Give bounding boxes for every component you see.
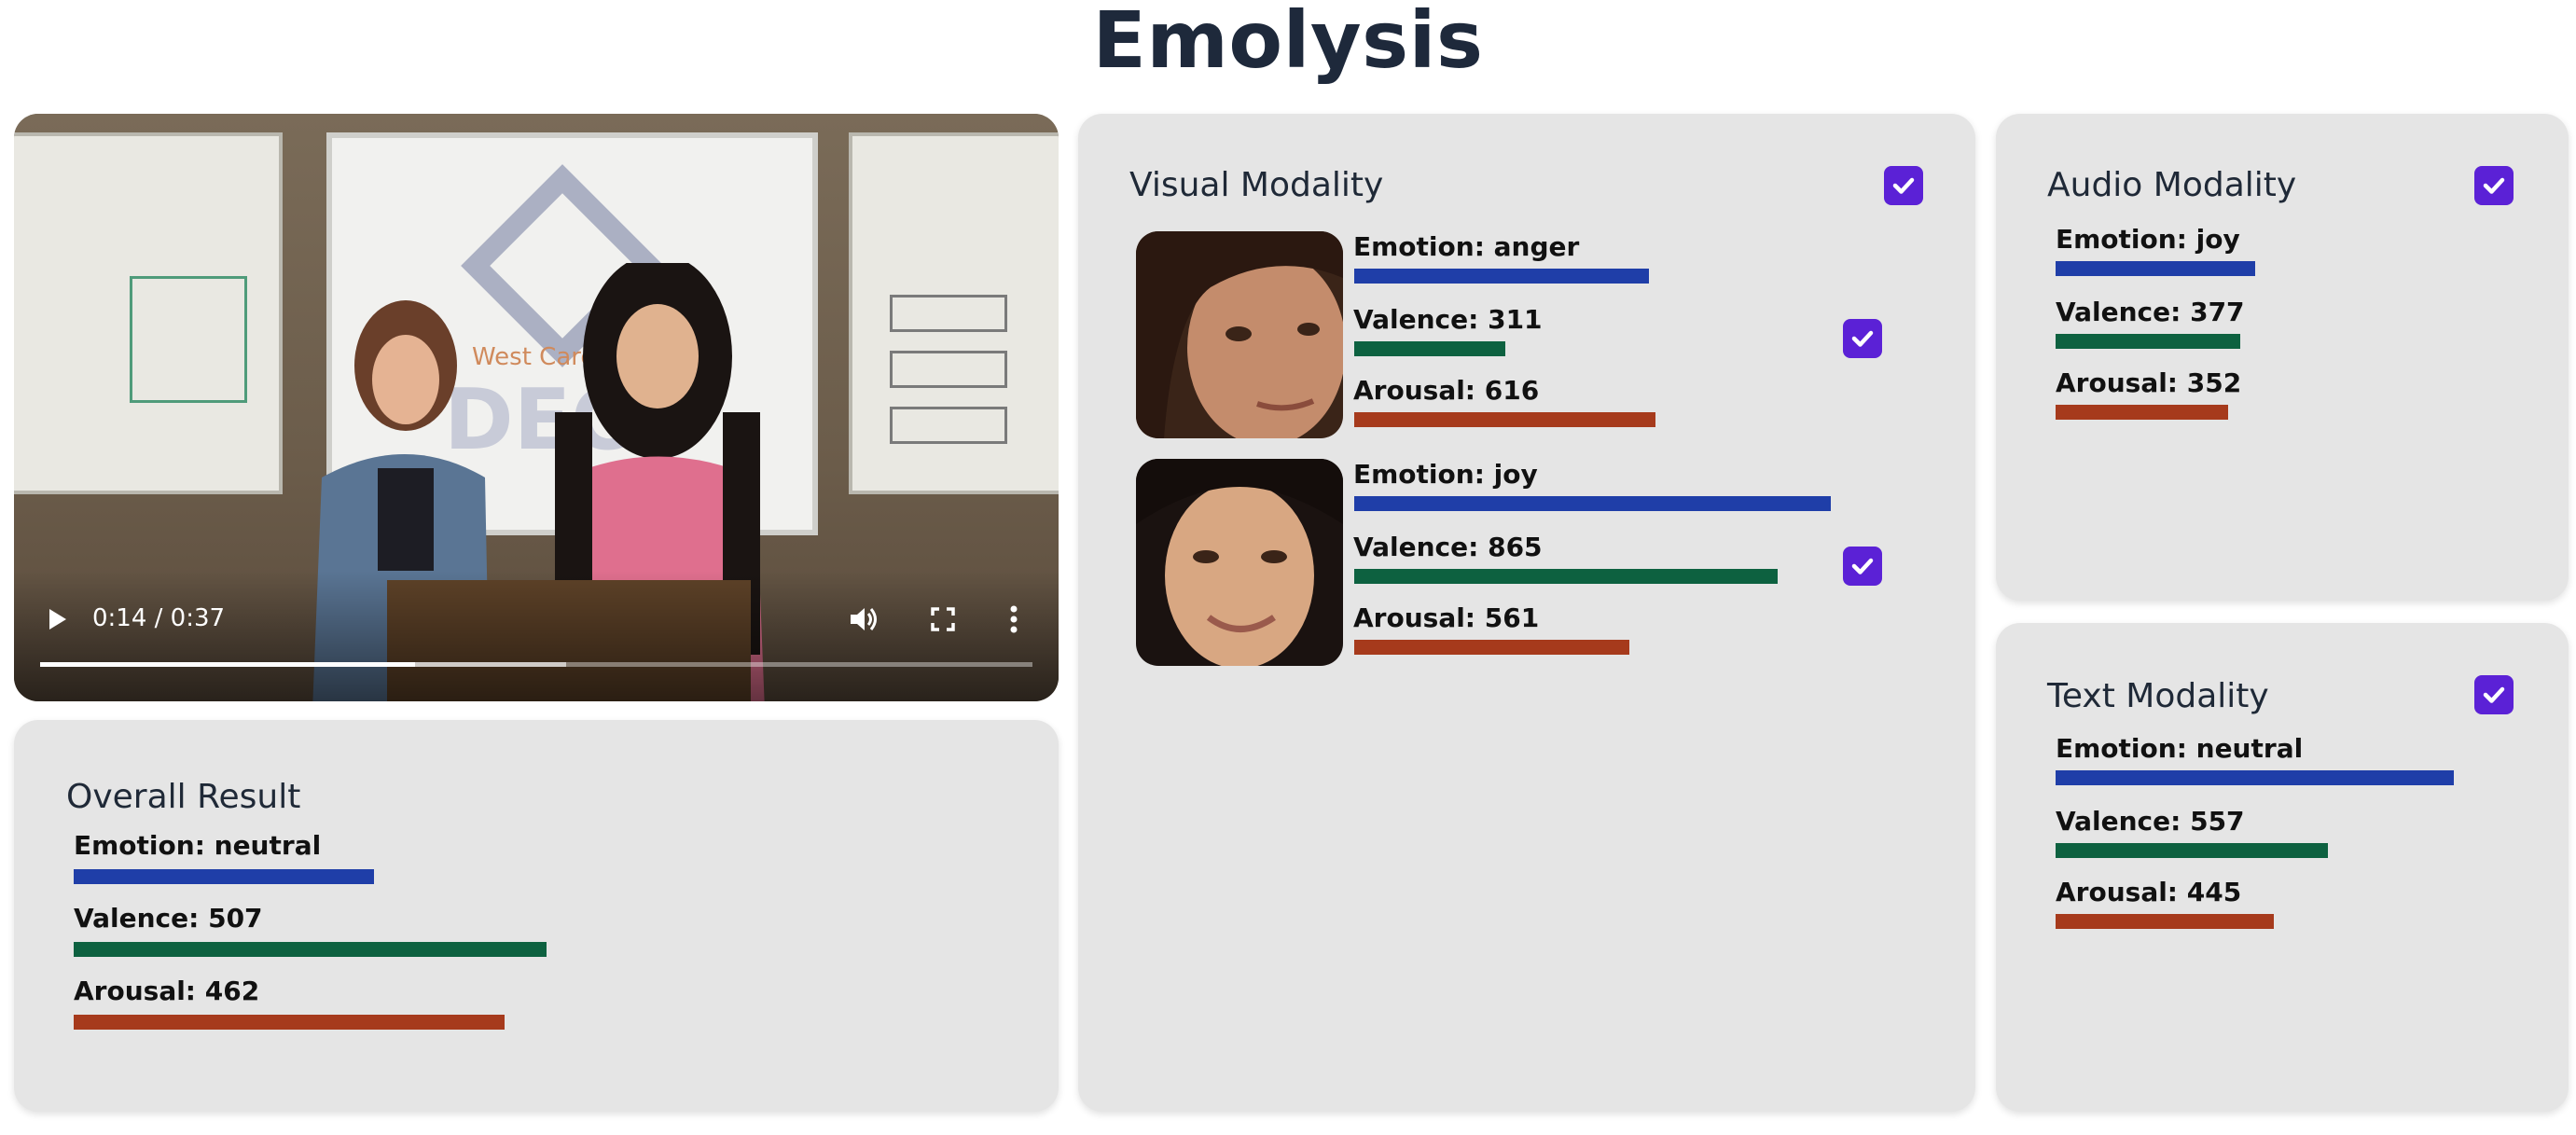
emotion-bar	[74, 869, 374, 884]
face2-emotion-bar	[1354, 496, 1831, 511]
overall-result-title: Overall Result	[66, 778, 301, 816]
controls-overlay	[14, 571, 1059, 701]
face2-valence-label: Valence: 865	[1353, 532, 1543, 562]
arousal-label: Arousal: 462	[74, 976, 260, 1006]
audio-valence-bar	[2056, 334, 2240, 349]
visual-modality-checkbox[interactable]	[1884, 166, 1923, 205]
text-modality-title: Text Modality	[2047, 677, 2269, 715]
text-valence-label: Valence: 557	[2056, 806, 2245, 837]
audio-valence-label: Valence: 377	[2056, 297, 2245, 327]
audio-modality-title: Audio Modality	[2047, 166, 2297, 204]
whiteboard-left	[14, 132, 283, 494]
text-modality-card: Text Modality Emotion: neutral Valence: …	[1996, 623, 2569, 1112]
volume-icon[interactable]	[848, 604, 879, 634]
face2-arousal-label: Arousal: 561	[1353, 602, 1540, 633]
visual-modality-title: Visual Modality	[1129, 166, 1384, 204]
face2-arousal-bar	[1354, 640, 1629, 655]
more-options-icon[interactable]	[1008, 604, 1019, 634]
audio-emotion-label: Emotion: joy	[2056, 224, 2240, 255]
video-progress-bar[interactable]	[40, 662, 1032, 667]
face-image-anger	[1136, 231, 1343, 438]
checkmark-icon	[2483, 686, 2505, 703]
audio-emotion-bar	[2056, 261, 2255, 276]
audio-arousal-label: Arousal: 352	[2056, 367, 2242, 398]
emotion-label: Emotion: neutral	[74, 830, 322, 861]
overall-result-card: Overall Result Emotion: neutral Valence:…	[14, 720, 1059, 1112]
fullscreen-icon[interactable]	[930, 606, 956, 632]
checkmark-icon	[1851, 558, 1874, 574]
audio-arousal-bar	[2056, 405, 2228, 420]
face1-emotion-label: Emotion: anger	[1353, 231, 1580, 262]
face1-checkbox[interactable]	[1843, 319, 1882, 358]
progress-played	[40, 662, 416, 667]
video-player[interactable]: West Career and Te DEC 0:14 / 0:37	[14, 114, 1059, 701]
app-title: Emolysis	[1092, 0, 1484, 86]
face2-checkbox[interactable]	[1843, 547, 1882, 586]
face1-valence-bar	[1354, 341, 1505, 356]
face-image-joy	[1136, 459, 1343, 666]
text-emotion-label: Emotion: neutral	[2056, 733, 2304, 764]
play-icon[interactable]	[44, 606, 70, 632]
whiteboard-note	[130, 276, 247, 403]
whiteboard-box	[890, 351, 1007, 388]
text-emotion-bar	[2056, 770, 2454, 785]
text-arousal-bar	[2056, 914, 2274, 929]
text-modality-checkbox[interactable]	[2474, 675, 2514, 714]
face2-emotion-label: Emotion: joy	[1353, 459, 1538, 490]
face1-emotion-bar	[1354, 269, 1649, 284]
text-valence-bar	[2056, 843, 2328, 858]
face1-valence-label: Valence: 311	[1353, 304, 1543, 335]
visual-modality-card: Visual Modality Emotion: anger Valence: …	[1078, 114, 1975, 1112]
whiteboard-right	[849, 132, 1059, 494]
text-arousal-label: Arousal: 445	[2056, 877, 2242, 907]
face1-arousal-label: Arousal: 616	[1353, 375, 1540, 406]
face-thumbnail	[1136, 231, 1343, 438]
valence-label: Valence: 507	[74, 903, 263, 934]
time-display: 0:14 / 0:37	[92, 604, 226, 632]
face2-valence-bar	[1354, 569, 1778, 584]
checkmark-icon	[1892, 177, 1915, 194]
audio-modality-checkbox[interactable]	[2474, 166, 2514, 205]
face-thumbnail	[1136, 459, 1343, 666]
whiteboard-box	[890, 295, 1007, 332]
audio-modality-card: Audio Modality Emotion: joy Valence: 377…	[1996, 114, 2569, 601]
valence-bar	[74, 942, 547, 957]
face1-arousal-bar	[1354, 412, 1655, 427]
checkmark-icon	[2483, 177, 2505, 194]
whiteboard-box	[890, 407, 1007, 444]
checkmark-icon	[1851, 330, 1874, 347]
arousal-bar	[74, 1015, 505, 1030]
